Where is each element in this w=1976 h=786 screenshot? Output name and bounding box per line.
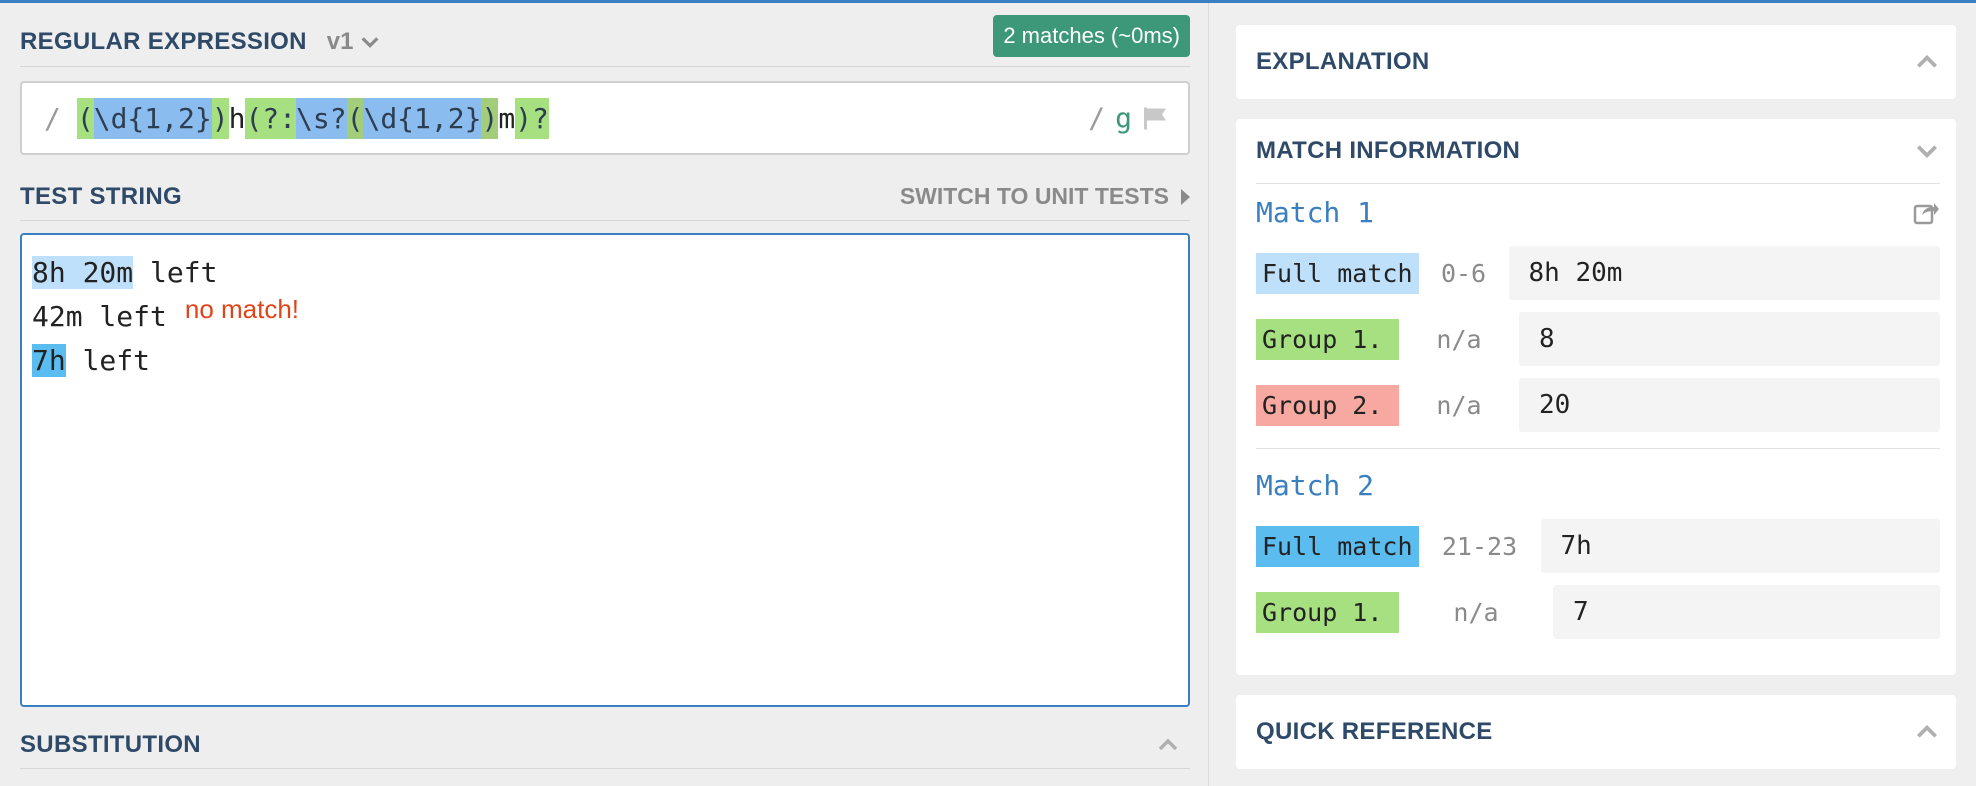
switch-label: SWITCH TO UNIT TESTS — [899, 183, 1169, 209]
test-string-title: TEST STRING — [20, 182, 182, 210]
test-string-header: TEST STRING SWITCH TO UNIT TESTS — [20, 173, 1190, 221]
no-match-note: no match! — [184, 294, 300, 324]
group-1-range: n/a — [1453, 597, 1499, 627]
match-1-title-row: Match 1 — [1256, 184, 1940, 240]
regex-token-whitespace: \s? — [296, 97, 347, 139]
group-1-label: Group 1. — [1256, 591, 1399, 633]
editor-panel: REGULAR EXPRESSION v1 2 matches (~0ms) /… — [0, 3, 1208, 786]
regex-token-literal-h: h — [228, 101, 246, 135]
version-label: v1 — [326, 27, 354, 55]
match-highlight-2: 7h — [32, 344, 66, 377]
flag-icon[interactable] — [1142, 105, 1170, 131]
regex-token-digit: \d{1,2} — [93, 97, 212, 139]
regex-token-group-open: ( — [76, 97, 94, 139]
group-2-range: n/a — [1436, 390, 1482, 420]
group-1-value: 8 — [1519, 312, 1940, 366]
match-information-header[interactable]: MATCH INFORMATION — [1236, 119, 1956, 183]
share-icon[interactable] — [1912, 198, 1940, 226]
test-line-2-text: 42m left — [32, 300, 167, 333]
match-information-title: MATCH INFORMATION — [1256, 137, 1521, 164]
chevron-up-icon[interactable] — [1914, 719, 1940, 745]
regex-token-group2-open: ( — [346, 97, 364, 139]
full-match-range: 0-6 — [1440, 258, 1487, 288]
group-2-label: Group 2. — [1256, 384, 1399, 426]
explanation-card[interactable]: EXPLANATION — [1236, 25, 1956, 99]
test-line-1-rest: left — [133, 256, 218, 289]
test-line-3-rest: left — [65, 344, 151, 377]
regex-token-noncapture-open: (?: — [245, 97, 297, 139]
regex-flags-area: / g — [1088, 102, 1170, 135]
chevron-down-icon[interactable] — [1914, 138, 1940, 164]
explanation-title: EXPLANATION — [1256, 48, 1430, 75]
quick-reference-header[interactable]: QUICK REFERENCE — [1236, 695, 1956, 769]
test-line-2: 42m left no match! — [32, 294, 1178, 339]
regex-token-literal-m: m — [498, 97, 516, 139]
quick-reference-card[interactable]: QUICK REFERENCE — [1236, 695, 1956, 769]
match-information-body: Match 1 Full match 0-6 8h 20m Group 1. n… — [1236, 183, 1956, 645]
substitution-header[interactable]: SUBSTITUTION — [20, 721, 1190, 769]
match-count-badge: 2 matches (~0ms) — [993, 15, 1190, 57]
regex-token-group-close: ) — [211, 97, 229, 139]
regex-token-group2-close: ) — [481, 97, 499, 139]
full-match-range: 21-23 — [1441, 531, 1518, 561]
divider — [1256, 448, 1940, 449]
test-string-input[interactable]: 8h 20m left 42m left no match! 7h left — [20, 233, 1190, 707]
full-match-label: Full match — [1256, 525, 1419, 567]
match-2-title: Match 2 — [1256, 468, 1375, 502]
group-1-label: Group 1. — [1256, 318, 1399, 360]
switch-to-unit-tests-button[interactable]: SWITCH TO UNIT TESTS — [900, 183, 1190, 210]
match-1-title: Match 1 — [1256, 195, 1375, 229]
explanation-header[interactable]: EXPLANATION — [1236, 25, 1956, 99]
chevron-down-icon — [362, 36, 379, 48]
group-1-range: n/a — [1436, 324, 1482, 354]
match-2-full-row: Full match 21-23 7h — [1256, 513, 1940, 579]
test-line-1: 8h 20m left — [32, 251, 1178, 295]
regex-token-digit-2: \d{1,2} — [363, 97, 482, 139]
substitution-title: SUBSTITUTION — [20, 730, 201, 758]
full-match-label: Full match — [1256, 252, 1419, 294]
regex-token-noncapture-close: )? — [515, 97, 549, 139]
match-2-group-1-row: Group 1. n/a 7 — [1256, 579, 1940, 645]
full-match-value: 7h — [1540, 519, 1940, 573]
match-1-group-2-row: Group 2. n/a 20 — [1256, 372, 1940, 438]
group-1-value: 7 — [1553, 585, 1940, 639]
regex-delimiter-close: / — [1088, 101, 1106, 135]
regex-flags[interactable]: g — [1115, 102, 1132, 135]
regex-input[interactable]: / (\d{1,2}) h (?: \s?(\d{1,2}) m)? / g — [20, 81, 1190, 155]
version-selector[interactable]: v1 — [327, 28, 382, 56]
quick-reference-title: QUICK REFERENCE — [1256, 718, 1493, 745]
chevron-up-icon[interactable] — [1156, 733, 1180, 757]
match-highlight-1: 8h 20m — [32, 256, 134, 289]
regex-delimiter-open: / — [44, 101, 61, 135]
regex-header: REGULAR EXPRESSION v1 2 matches (~0ms) — [20, 15, 1190, 67]
match-information-card: MATCH INFORMATION Match 1 Full match 0-6… — [1236, 119, 1956, 675]
chevron-up-icon[interactable] — [1914, 49, 1940, 75]
full-match-value: 8h 20m — [1508, 246, 1940, 300]
sidebar-panel: EXPLANATION MATCH INFORMATION Match 1 Fu… — [1208, 3, 1976, 786]
match-1-group-1-row: Group 1. n/a 8 — [1256, 306, 1940, 372]
group-2-value: 20 — [1519, 378, 1940, 432]
triangle-right-icon — [1181, 188, 1190, 205]
match-1-full-row: Full match 0-6 8h 20m — [1256, 240, 1940, 306]
test-line-3: 7h left — [32, 339, 1178, 383]
match-2-title-row: Match 2 — [1256, 457, 1940, 513]
regex-section-title: REGULAR EXPRESSION — [20, 27, 307, 55]
